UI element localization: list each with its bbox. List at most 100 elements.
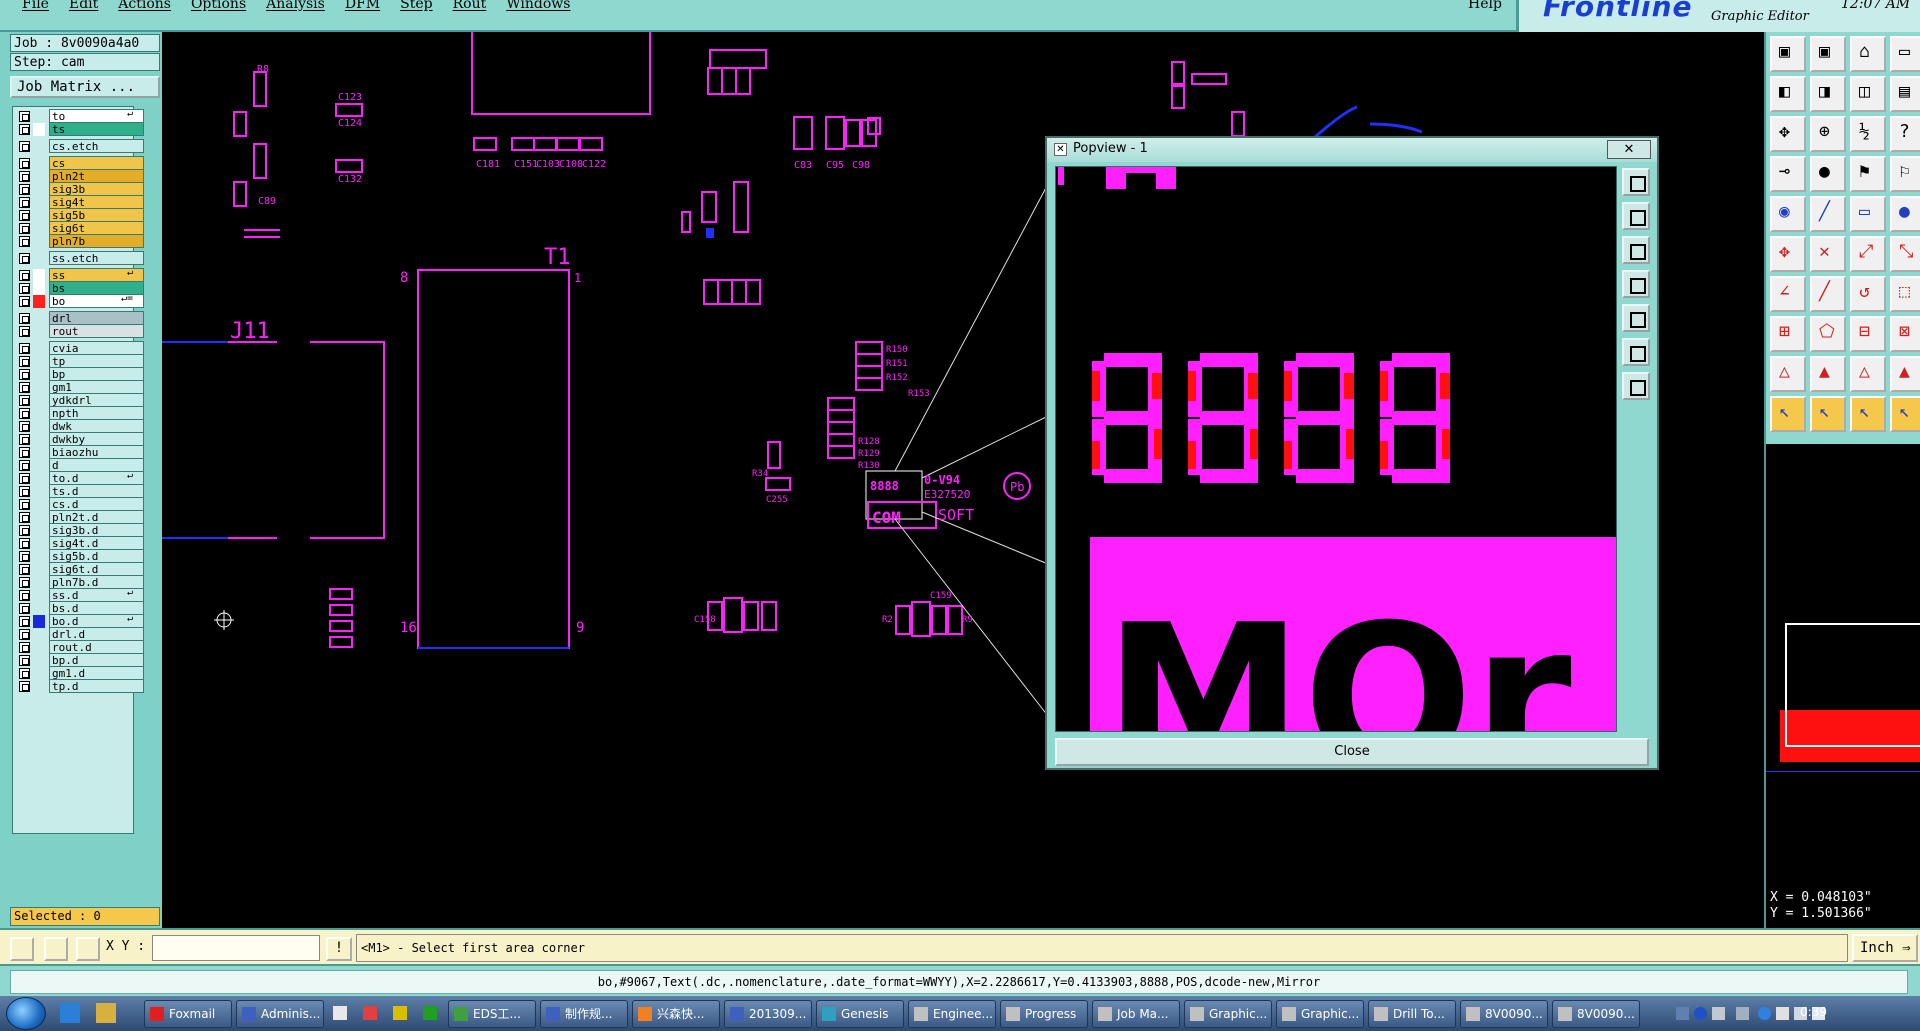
fill-tool-button[interactable]: ⬚ — [1890, 276, 1920, 312]
zoom-half-button[interactable]: ◫ — [1850, 76, 1886, 112]
layer-checkbox[interactable] — [19, 460, 30, 471]
taskbar-button[interactable]: Adminis... — [236, 1000, 324, 1028]
layer-checkbox[interactable] — [19, 184, 30, 195]
connect-tool-button[interactable]: ⤢ — [1850, 236, 1886, 272]
taskbar-button[interactable] — [358, 1000, 384, 1028]
menu-file[interactable]: File — [22, 0, 49, 12]
popview-pan-down-button[interactable] — [1622, 236, 1650, 264]
layer-checkbox[interactable] — [19, 655, 30, 666]
keyboard-icon[interactable] — [1676, 1007, 1689, 1020]
layer-checkbox[interactable] — [19, 313, 30, 324]
menu-help[interactable]: Help — [1468, 0, 1502, 12]
layer-checkbox[interactable] — [19, 629, 30, 640]
select-net-button[interactable]: ⊟ — [1850, 316, 1886, 352]
edit-tool-button[interactable]: ⤡ — [1890, 236, 1920, 272]
layer-checkbox[interactable] — [19, 356, 30, 367]
layer-checkbox[interactable] — [19, 473, 30, 484]
graphic-canvas[interactable]: J11 T1 1 8 16 9 R8 C123 C124 C132 C89 C1… — [162, 32, 1764, 928]
ime-icon[interactable] — [1712, 1007, 1725, 1020]
layer-name[interactable]: sig3b — [49, 182, 144, 196]
pointer-snap-button[interactable]: ↖ — [1850, 396, 1886, 432]
layer-row-bo[interactable]: bo ↵= — [13, 293, 144, 309]
network-icon[interactable] — [1758, 1007, 1771, 1020]
layer-name[interactable]: biaozhu — [49, 445, 144, 459]
popview-pan-right-button[interactable] — [1622, 304, 1650, 332]
layer-checkbox[interactable] — [19, 421, 30, 432]
layer-name[interactable]: sig5b.d — [49, 549, 144, 563]
triangle-d-button[interactable]: ▲ — [1890, 356, 1920, 392]
layer-checkbox[interactable] — [19, 642, 30, 653]
arc-tool-button[interactable]: ↺ — [1850, 276, 1886, 312]
layer-checkbox[interactable] — [19, 158, 30, 169]
triangle-b-button[interactable]: ▲ — [1810, 356, 1846, 392]
layer-name[interactable]: rout — [49, 324, 144, 338]
taskbar-button[interactable]: 兴森快... — [632, 1000, 720, 1028]
layer-row-pln7b[interactable]: pln7b — [13, 234, 144, 249]
drc-tool-button[interactable]: ⚐ — [1890, 156, 1920, 192]
layer-checkbox[interactable] — [19, 525, 30, 536]
help-icon[interactable] — [1694, 1007, 1707, 1020]
layer-name[interactable]: ts — [49, 122, 144, 136]
layer-checkbox[interactable] — [19, 681, 30, 692]
zoom-next-button[interactable]: ◨ — [1810, 76, 1846, 112]
popview-pan-left-button[interactable] — [1622, 270, 1650, 298]
layer-name[interactable]: sig4t.d — [49, 536, 144, 550]
layer-name[interactable]: sig5b — [49, 208, 144, 222]
layer-checkbox[interactable] — [19, 603, 30, 614]
layer-name[interactable]: cs — [49, 156, 144, 170]
taskbar-button[interactable]: Job Ma... — [1092, 1000, 1180, 1028]
measure-tool-button[interactable]: ⊸ — [1770, 156, 1806, 192]
snap-mode-icon[interactable] — [10, 937, 34, 961]
layer-checkbox[interactable] — [19, 283, 30, 294]
layer-name[interactable]: rout.d — [49, 640, 144, 654]
layer-checkbox[interactable] — [19, 270, 30, 281]
zoom-prev-button[interactable]: ◧ — [1770, 76, 1806, 112]
center-view-button[interactable]: ⊕ — [1810, 116, 1846, 152]
layer-checkbox[interactable] — [19, 551, 30, 562]
menu-step[interactable]: Step — [400, 0, 432, 12]
open-job-button[interactable]: ▣ — [1770, 36, 1806, 72]
layer-name[interactable]: drl.d — [49, 627, 144, 641]
layer-name[interactable]: dwkby — [49, 432, 144, 446]
move-tool-button[interactable]: ✥ — [1770, 236, 1806, 272]
xy-input[interactable] — [152, 935, 320, 961]
layer-checkbox[interactable] — [19, 538, 30, 549]
layer-checkbox[interactable] — [19, 326, 30, 337]
taskbar-button[interactable]: Progress — [1000, 1000, 1088, 1028]
layer-checkbox[interactable] — [19, 124, 30, 135]
layer-checkbox[interactable] — [19, 236, 30, 247]
taskbar-button[interactable]: 8V0090... — [1552, 1000, 1640, 1028]
layer-checkbox[interactable] — [19, 564, 30, 575]
layer-name[interactable]: pln7b — [49, 234, 144, 248]
taskbar-button[interactable]: EDS工... — [448, 1000, 536, 1028]
layer-checkbox[interactable] — [19, 512, 30, 523]
layer-checkbox[interactable] — [19, 577, 30, 588]
layer-name[interactable]: sig4t — [49, 195, 144, 209]
layer-checkbox[interactable] — [19, 210, 30, 221]
menu-edit[interactable]: Edit — [69, 0, 98, 12]
slope-tool-button[interactable]: ╱ — [1810, 276, 1846, 312]
popview-center-button[interactable] — [1622, 372, 1650, 400]
layer-checkbox[interactable] — [19, 369, 30, 380]
taskbar-button[interactable]: 制作规... — [540, 1000, 628, 1028]
layer-name[interactable]: bp.d — [49, 653, 144, 667]
taskbar-button[interactable]: Enginee... — [908, 1000, 996, 1028]
zoom-full-button[interactable]: ▤ — [1890, 76, 1920, 112]
info-button[interactable]: ! — [326, 937, 352, 961]
menu-dfm[interactable]: DFM — [345, 0, 380, 12]
layer-row-cs-etch[interactable]: cs.etch — [13, 139, 144, 154]
layer-name[interactable]: cvia — [49, 341, 144, 355]
layer-checkbox[interactable] — [19, 141, 30, 152]
line-tool-button[interactable]: ╱ — [1810, 196, 1846, 232]
layer-checkbox[interactable] — [19, 343, 30, 354]
layer-checkbox[interactable] — [19, 111, 30, 122]
measure-mode-icon[interactable] — [44, 937, 68, 961]
popview-close-x-button[interactable]: ✕ — [1607, 140, 1651, 159]
pointer-multi-button[interactable]: ↖ — [1890, 396, 1920, 432]
layer-name[interactable]: bp — [49, 367, 144, 381]
select-all-button[interactable]: ⊠ — [1890, 316, 1920, 352]
layer-checkbox[interactable] — [19, 171, 30, 182]
units-button[interactable]: Inch ⇒ — [1852, 934, 1918, 962]
layer-row-ts[interactable]: ts — [13, 122, 144, 137]
layer-name[interactable]: tp.d — [49, 679, 144, 693]
